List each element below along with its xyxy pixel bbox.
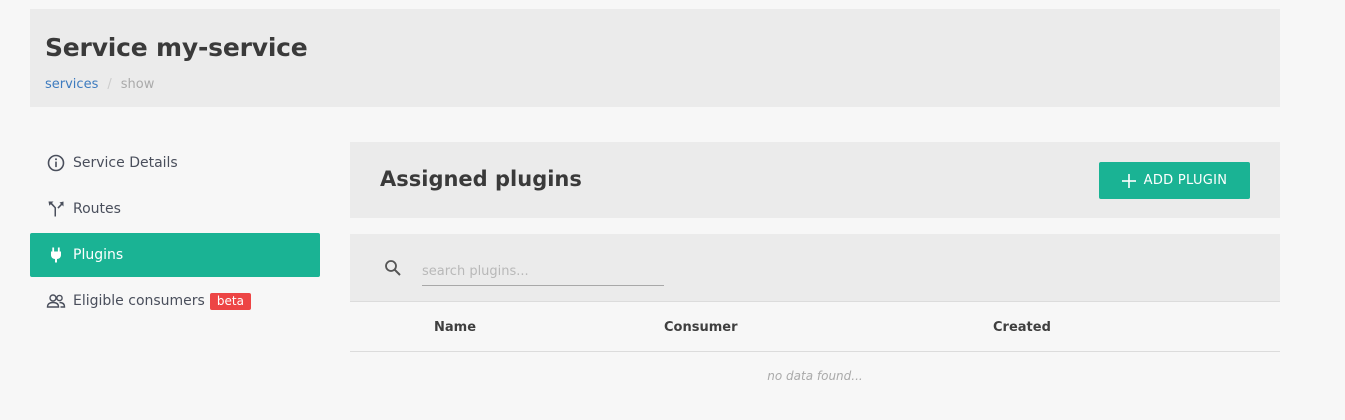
sidebar-item-label: Plugins (73, 247, 124, 263)
add-plugin-button[interactable]: ADD PLUGIN (1099, 162, 1250, 199)
search-input[interactable] (422, 258, 664, 286)
table-header-row: Name Consumer Created (350, 302, 1280, 352)
sidebar-item-label: Routes (73, 201, 121, 217)
sidebar-item-plugins[interactable]: Plugins (30, 233, 320, 277)
sidebar-item-routes[interactable]: Routes (30, 187, 320, 231)
add-plugin-label: ADD PLUGIN (1143, 173, 1228, 188)
empty-state-text: no data found... (767, 369, 863, 383)
breadcrumb: services / show (45, 77, 154, 92)
sidebar-item-label: Service Details (73, 155, 178, 171)
breadcrumb-separator: / (107, 77, 112, 92)
page-title: Service my-service (45, 33, 308, 62)
plugins-table: Name Consumer Created no data found... (350, 234, 1280, 420)
plus-icon (1121, 173, 1136, 188)
sidebar-item-service-details[interactable]: Service Details (30, 141, 320, 185)
sidebar-item-label: Eligible consumers (73, 293, 205, 309)
sidebar-item-eligible-consumers[interactable]: Eligible consumers beta (30, 279, 320, 323)
column-header-consumer[interactable]: Consumer (664, 320, 738, 335)
column-header-created[interactable]: Created (993, 320, 1051, 335)
page-header: Service my-service services / show (30, 9, 1280, 107)
plugins-title: Assigned plugins (380, 167, 582, 191)
sidebar: Service Details Routes Plugins Eligible … (30, 141, 320, 325)
plugins-header: Assigned plugins ADD PLUGIN (350, 142, 1280, 218)
search-icon (384, 259, 402, 281)
users-icon (46, 291, 66, 311)
beta-badge: beta (209, 292, 251, 310)
breadcrumb-current: show (120, 77, 155, 92)
column-header-name[interactable]: Name (434, 320, 476, 335)
info-circle-icon (46, 153, 66, 173)
plug-icon (46, 245, 66, 265)
search-bar (350, 234, 1280, 302)
routes-fork-icon (46, 199, 66, 219)
breadcrumb-services-link[interactable]: services (45, 77, 98, 92)
